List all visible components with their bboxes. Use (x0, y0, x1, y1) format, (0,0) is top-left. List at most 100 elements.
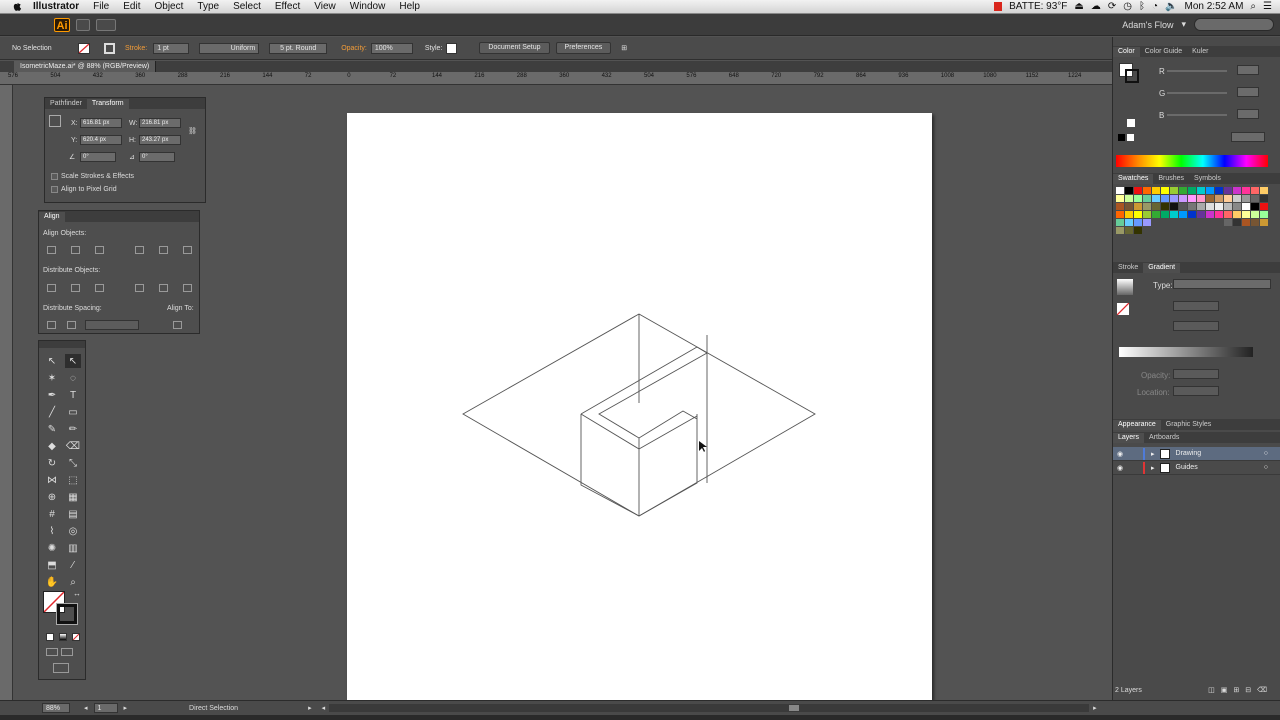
color-swatch[interactable] (1188, 195, 1196, 202)
color-swatch[interactable] (1134, 195, 1142, 202)
color-swatch[interactable] (1188, 211, 1196, 218)
color-swatch[interactable] (1152, 187, 1160, 194)
eraser-tool-icon[interactable]: ⌫ (65, 439, 81, 453)
document-tab[interactable]: IsometricMaze.ai* @ 88% (RGB/Preview) (14, 61, 157, 72)
color-stroke-preview[interactable] (1125, 69, 1139, 83)
tab-artboards[interactable]: Artboards (1144, 433, 1184, 443)
scroll-right-icon[interactable]: ▸ (1093, 704, 1097, 712)
menu-help[interactable]: Help (392, 0, 427, 14)
color-swatch[interactable] (1206, 227, 1214, 234)
color-swatch[interactable] (1260, 195, 1268, 202)
color-swatch[interactable] (1134, 187, 1142, 194)
color-swatch[interactable] (1233, 203, 1241, 210)
notification-icon[interactable]: ☰ (1263, 1, 1272, 12)
color-swatch[interactable] (1188, 203, 1196, 210)
color-swatch[interactable] (1224, 219, 1232, 226)
zoom-tool-icon[interactable]: ⌕ (65, 575, 81, 589)
horizontal-scrollbar[interactable] (329, 704, 1090, 712)
color-swatch[interactable] (1251, 195, 1259, 202)
color-swatch[interactable] (1152, 219, 1160, 226)
color-swatch[interactable] (1152, 195, 1160, 202)
visibility-eye-icon[interactable]: ◉ (1117, 450, 1129, 458)
color-swatch[interactable] (1197, 219, 1205, 226)
screen-mode-icon[interactable] (53, 663, 69, 673)
color-swatch[interactable] (1197, 227, 1205, 234)
color-swatch[interactable] (1260, 211, 1268, 218)
channel-g-slider[interactable] (1167, 92, 1227, 94)
layer-row-guides[interactable]: ◉ ▸ Guides ○ (1113, 461, 1280, 475)
layer-actions-icons[interactable]: ◫▣⊞⊟⌫ (1208, 686, 1273, 694)
scale-tool-icon[interactable]: ⤡ (65, 456, 81, 470)
tab-transform[interactable]: Transform (86, 99, 129, 109)
color-swatch[interactable] (1188, 219, 1196, 226)
opacity-field[interactable]: 100% (370, 42, 413, 54)
color-swatch[interactable] (1125, 203, 1133, 210)
align-to-selection-icon[interactable] (173, 321, 182, 329)
gradient-preview[interactable] (1117, 279, 1133, 295)
scale-strokes-checkbox[interactable] (51, 173, 58, 180)
variable-width-profile[interactable]: Uniform (199, 42, 260, 54)
layer-row-drawing[interactable]: ◉ ▸ Drawing ○ (1113, 447, 1280, 461)
color-swatch[interactable] (1152, 227, 1160, 234)
color-swatch[interactable] (1161, 195, 1169, 202)
channel-b-slider[interactable] (1167, 114, 1227, 116)
hex-field[interactable] (1231, 132, 1265, 142)
menubar-clock[interactable]: Mon 2:52 AM (1185, 1, 1244, 12)
pen-tool-icon[interactable]: ✒ (44, 388, 60, 402)
h-field[interactable]: 243.27 px (139, 135, 181, 145)
tab-appearance[interactable]: Appearance (1113, 420, 1161, 430)
color-swatch[interactable] (1260, 203, 1268, 210)
color-swatch[interactable] (1224, 187, 1232, 194)
color-swatch[interactable] (1116, 211, 1124, 218)
color-swatch[interactable] (1179, 187, 1187, 194)
gradient-opacity-field[interactable] (1173, 369, 1219, 379)
scrollbar-thumb[interactable] (789, 705, 800, 711)
horizontal-spacing-icon[interactable] (67, 321, 76, 329)
distribute-bottom-icon[interactable] (95, 284, 104, 292)
color-swatch[interactable] (1116, 219, 1124, 226)
color-swatch[interactable] (1125, 187, 1133, 194)
brush-definition[interactable]: 5 pt. Round (269, 42, 328, 54)
color-swatch[interactable] (1215, 187, 1223, 194)
draw-normal-icon[interactable] (46, 648, 58, 656)
hand-tool-icon[interactable]: ✋ (44, 575, 60, 589)
x-field[interactable]: 616.81 px (80, 118, 122, 128)
time-machine-icon[interactable]: ◷ (1123, 1, 1132, 12)
tab-layers[interactable]: Layers (1113, 433, 1145, 443)
swatch-grid[interactable] (1113, 184, 1280, 262)
chevron-down-icon[interactable]: ▾ (1181, 19, 1186, 30)
color-swatch[interactable] (1161, 187, 1169, 194)
gradient-stroke-none-icon[interactable] (1117, 303, 1129, 315)
slice-tool-icon[interactable]: ⁄ (65, 558, 81, 572)
tab-symbols[interactable]: Symbols (1189, 174, 1226, 184)
line-tool-icon[interactable]: ╱ (44, 405, 60, 419)
bluetooth-icon[interactable]: ᛒ (1139, 1, 1145, 12)
document-setup-button[interactable]: Document Setup (479, 42, 550, 54)
distribute-left-icon[interactable] (135, 284, 144, 292)
gradient-type-dropdown[interactable] (1173, 279, 1271, 289)
tab-pathfinder[interactable]: Pathfinder (45, 99, 87, 109)
gradient-tool-icon[interactable]: ▤ (65, 507, 81, 521)
artboard-number-field[interactable]: 1 (93, 703, 118, 713)
tab-color[interactable]: Color (1113, 47, 1140, 57)
gradient-angle-field[interactable] (1173, 301, 1219, 311)
align-left-icon[interactable] (47, 246, 56, 254)
zoom-field[interactable]: 88% (42, 703, 70, 713)
color-swatch[interactable] (1161, 203, 1169, 210)
color-swatch[interactable] (1125, 211, 1133, 218)
lasso-tool-icon[interactable]: ◌ (65, 371, 81, 385)
color-swatch[interactable] (1188, 187, 1196, 194)
wifi-icon[interactable]: ◔ (1152, 1, 1158, 12)
color-swatch[interactable] (1161, 227, 1169, 234)
status-menu-icon[interactable]: ▸ (308, 704, 312, 712)
align-right-icon[interactable] (95, 246, 104, 254)
channel-r-slider[interactable] (1167, 70, 1227, 72)
tab-stroke[interactable]: Stroke (1113, 263, 1143, 273)
layer-name[interactable]: Guides (1176, 464, 1198, 471)
color-swatch[interactable] (1152, 211, 1160, 218)
color-swatch[interactable] (1197, 211, 1205, 218)
tab-graphic-styles[interactable]: Graphic Styles (1161, 420, 1217, 430)
distribute-vcenter-icon[interactable] (71, 284, 80, 292)
gradient-mode-icon[interactable] (59, 633, 67, 641)
color-swatch[interactable] (1116, 195, 1124, 202)
